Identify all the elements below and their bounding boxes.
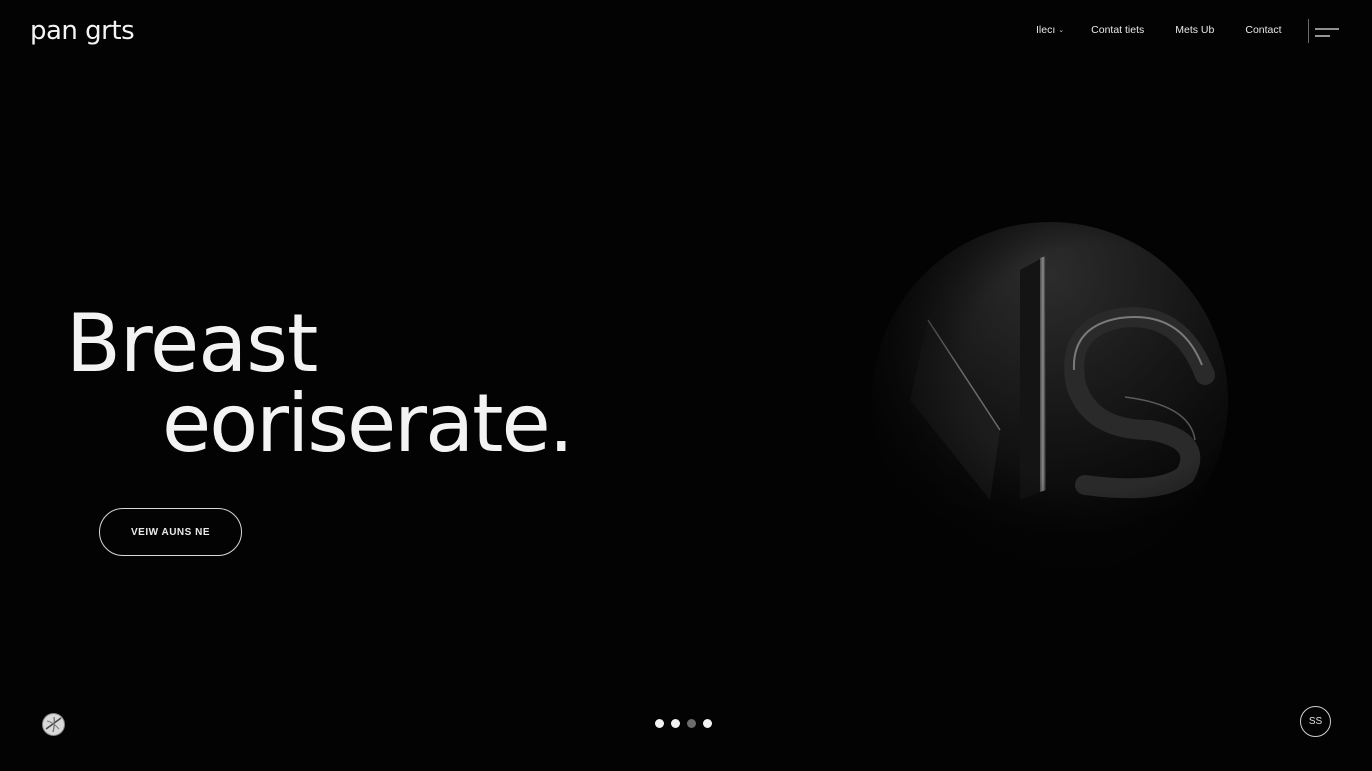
globe-icon[interactable] [41,712,66,737]
nav-item-2-label: Contat tiets [1091,24,1145,36]
hero-line-2: eoriserate. [162,377,574,470]
top-nav: Ilecı ⌄ Contat tiets Mets Ub Contact [1036,24,1282,36]
slide-dot-4[interactable] [703,719,712,728]
nav-item-1[interactable]: Ilecı ⌄ [1036,24,1064,36]
nav-item-contact-label: Contact [1245,24,1282,36]
nav-item-contact[interactable]: Contact [1245,24,1281,36]
nav-item-2[interactable]: Contat tiets [1091,24,1144,36]
chevron-down-icon: ⌄ [1058,27,1065,34]
nav-divider [1308,19,1309,43]
hero-graphic [850,200,1270,578]
nav-item-1-label: Ilecı [1036,24,1056,36]
corner-badge-button[interactable]: SS [1300,706,1331,737]
brand-logo[interactable]: pan grts [30,16,135,46]
view-button[interactable]: VEIW AUNS NE [99,508,242,556]
slide-dot-3[interactable] [687,719,696,728]
slide-pagination [655,719,712,728]
slide-dot-1[interactable] [655,719,664,728]
nav-item-3-label: Mets Ub [1175,24,1215,36]
page: pan grts Ilecı ⌄ Contat tiets Mets Ub Co… [0,0,1372,771]
nav-item-3[interactable]: Mets Ub [1175,24,1214,36]
slide-dot-2[interactable] [671,719,680,728]
hamburger-menu-icon[interactable] [1315,26,1339,38]
